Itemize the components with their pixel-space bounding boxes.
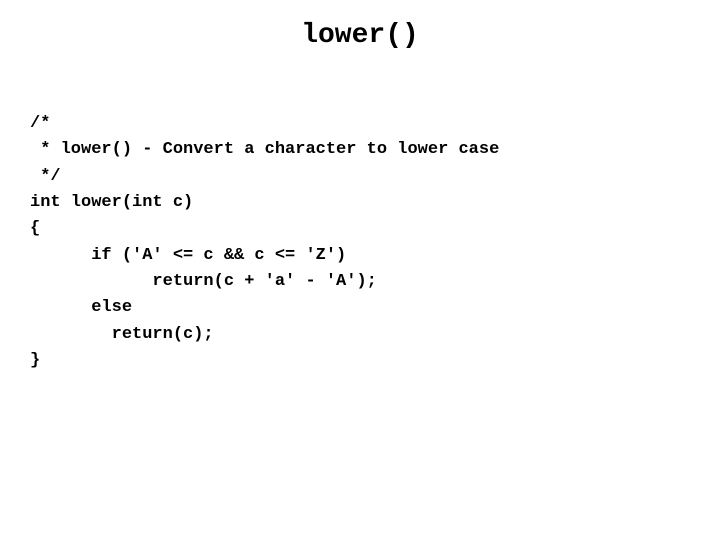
code-line: else	[30, 298, 132, 317]
code-line: }	[30, 351, 40, 370]
code-line: * lower() - Convert a character to lower…	[30, 140, 499, 159]
code-line: */	[30, 167, 61, 186]
code-line: /*	[30, 114, 50, 133]
code-line: return(c + 'a' - 'A');	[30, 272, 377, 291]
code-line: if ('A' <= c && c <= 'Z')	[30, 246, 346, 265]
code-line: return(c);	[30, 325, 214, 344]
code-block: /* * lower() - Convert a character to lo…	[0, 111, 720, 374]
code-line: int lower(int c)	[30, 193, 193, 212]
code-line: {	[30, 219, 40, 238]
slide-title: lower()	[0, 20, 720, 51]
